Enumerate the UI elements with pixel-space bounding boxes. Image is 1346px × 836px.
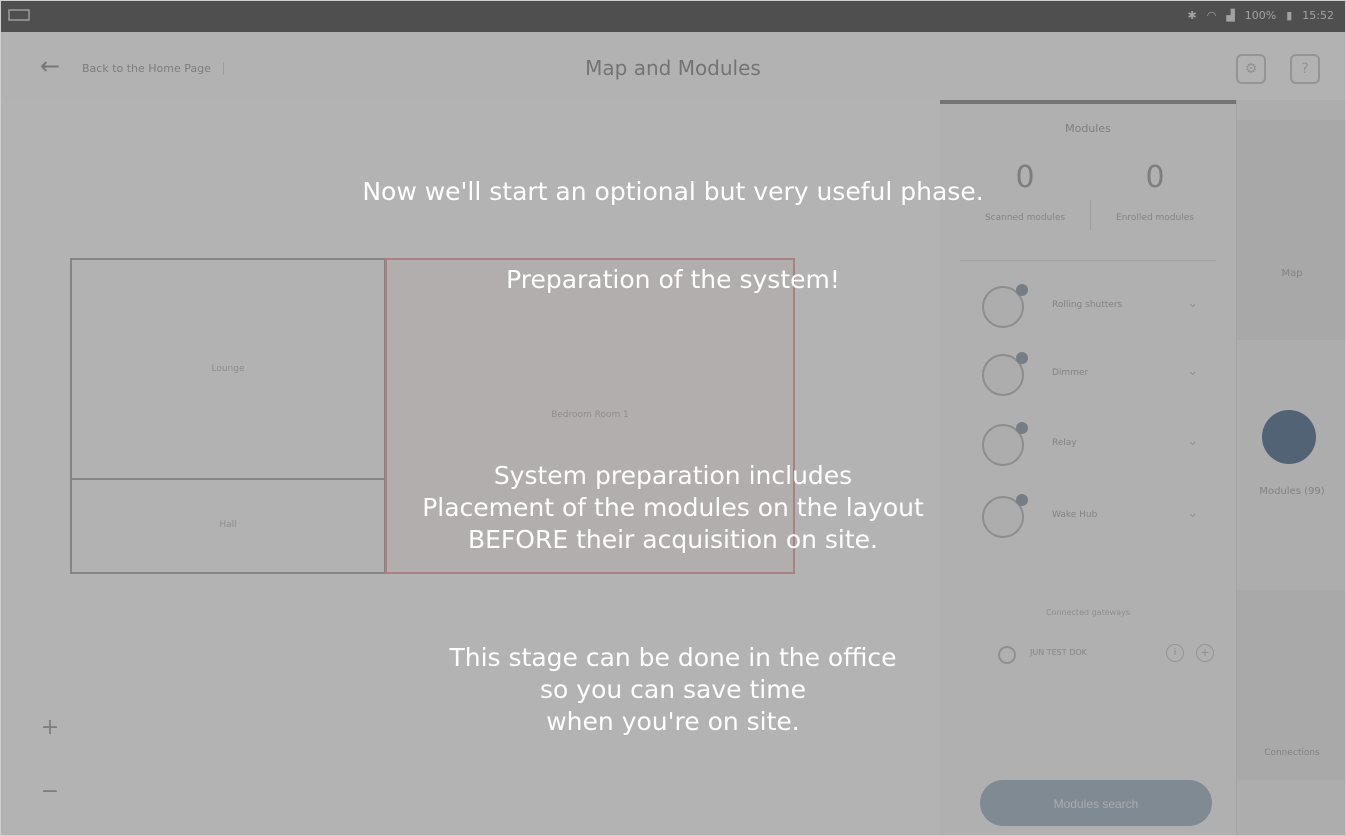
app-screen: ✱ ◠ ▟ 100% ▮ 15:52 ← Back to the Home Pa… [0, 0, 1346, 836]
tutorial-text: so you can save time [540, 675, 806, 704]
tutorial-subheading: Preparation of the system! [0, 264, 1346, 296]
tutorial-text: when you're on site. [546, 707, 800, 736]
tutorial-paragraph: This stage can be done in the office so … [0, 642, 1346, 738]
tutorial-text: Now we'll start an optional but very use… [362, 177, 984, 206]
tutorial-text: BEFORE their acquisition on site. [467, 525, 879, 554]
tutorial-heading: Now we'll start an optional but very use… [0, 176, 1346, 208]
tutorial-text: Preparation of the system! [506, 265, 840, 294]
tutorial-text: System preparation includes [493, 461, 853, 490]
tutorial-text: Placement of the modules on the layout [422, 493, 924, 522]
tutorial-paragraph: System preparation includes Placement of… [0, 460, 1346, 556]
tutorial-text: This stage can be done in the office [449, 643, 897, 672]
